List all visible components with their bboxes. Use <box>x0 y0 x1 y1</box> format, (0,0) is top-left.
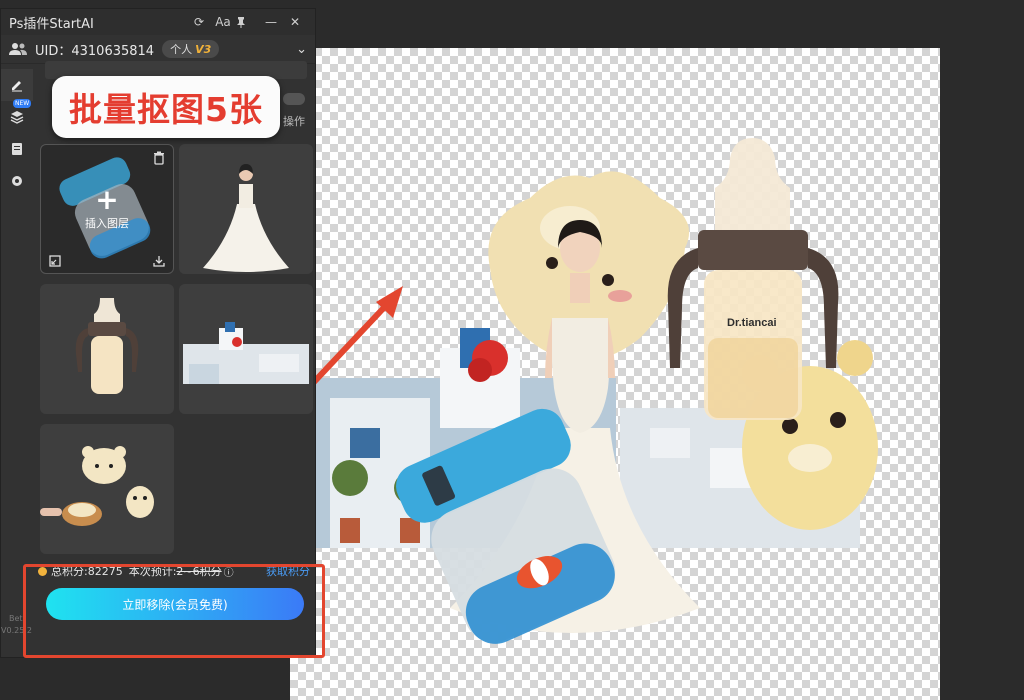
plan-label: 个人 <box>170 43 193 56</box>
plus-icon: + <box>95 183 119 216</box>
sidebar-item-layers[interactable]: NEW <box>1 99 33 133</box>
level-badge: V3 <box>195 43 212 56</box>
thumb-bride[interactable] <box>179 144 313 274</box>
user-bar[interactable]: UID：4310635814 个人 V3 ⌄ <box>1 35 315 64</box>
thumb-santorini[interactable] <box>179 284 313 414</box>
new-tag: NEW <box>13 99 32 108</box>
thumb-bottle[interactable] <box>40 284 174 414</box>
chevron-down-icon[interactable]: ⌄ <box>296 42 307 57</box>
sidebar: NEW <box>1 69 33 197</box>
gear-icon <box>12 176 22 186</box>
composite-artwork: Dr.tiancai <box>290 138 878 644</box>
option-toggle[interactable] <box>283 93 305 105</box>
font-size-button[interactable]: Aa <box>211 15 235 29</box>
ops-label[interactable]: 操作 <box>283 113 305 129</box>
minimize-icon[interactable]: — <box>259 15 283 29</box>
document-icon <box>12 143 22 155</box>
users-icon <box>9 43 27 55</box>
layers-icon <box>10 111 24 124</box>
bride-thumbnail <box>203 164 289 272</box>
plan-badge: 个人 V3 <box>162 40 220 58</box>
sidebar-item-settings[interactable] <box>1 165 33 197</box>
bottle-thumbnail <box>75 298 139 394</box>
thumb-bear-bowl[interactable] <box>40 424 174 554</box>
trash-icon[interactable] <box>153 151 165 165</box>
highlight-box <box>23 564 325 658</box>
title-bar: Ps插件StartAI ⟳ Aa — ✕ <box>1 9 315 35</box>
pencil-icon <box>12 81 22 92</box>
close-icon[interactable]: ✕ <box>283 15 307 29</box>
user-uid: UID：4310635814 <box>35 43 155 59</box>
bottle-brand-text: Dr.tiancai <box>727 317 777 329</box>
bear-bowl-thumbnail <box>40 446 154 526</box>
window-title: Ps插件StartAI <box>9 16 94 32</box>
insert-layer-label: 插入图层 <box>85 217 129 230</box>
pin-icon[interactable] <box>235 16 259 28</box>
document-canvas[interactable]: Dr.tiancai <box>290 48 940 700</box>
expand-icon[interactable] <box>49 255 61 267</box>
batch-cutout-callout: 批量抠图5张 <box>52 76 280 138</box>
refresh-icon[interactable]: ⟳ <box>187 15 211 29</box>
sidebar-item-edit[interactable] <box>1 69 33 101</box>
callout-text: 批量抠图5张 <box>69 90 263 129</box>
santorini-thumbnail <box>183 322 309 384</box>
thumb-container[interactable]: + 插入图层 <box>40 144 174 274</box>
download-icon[interactable] <box>153 255 165 267</box>
sidebar-item-notes[interactable] <box>1 133 33 165</box>
